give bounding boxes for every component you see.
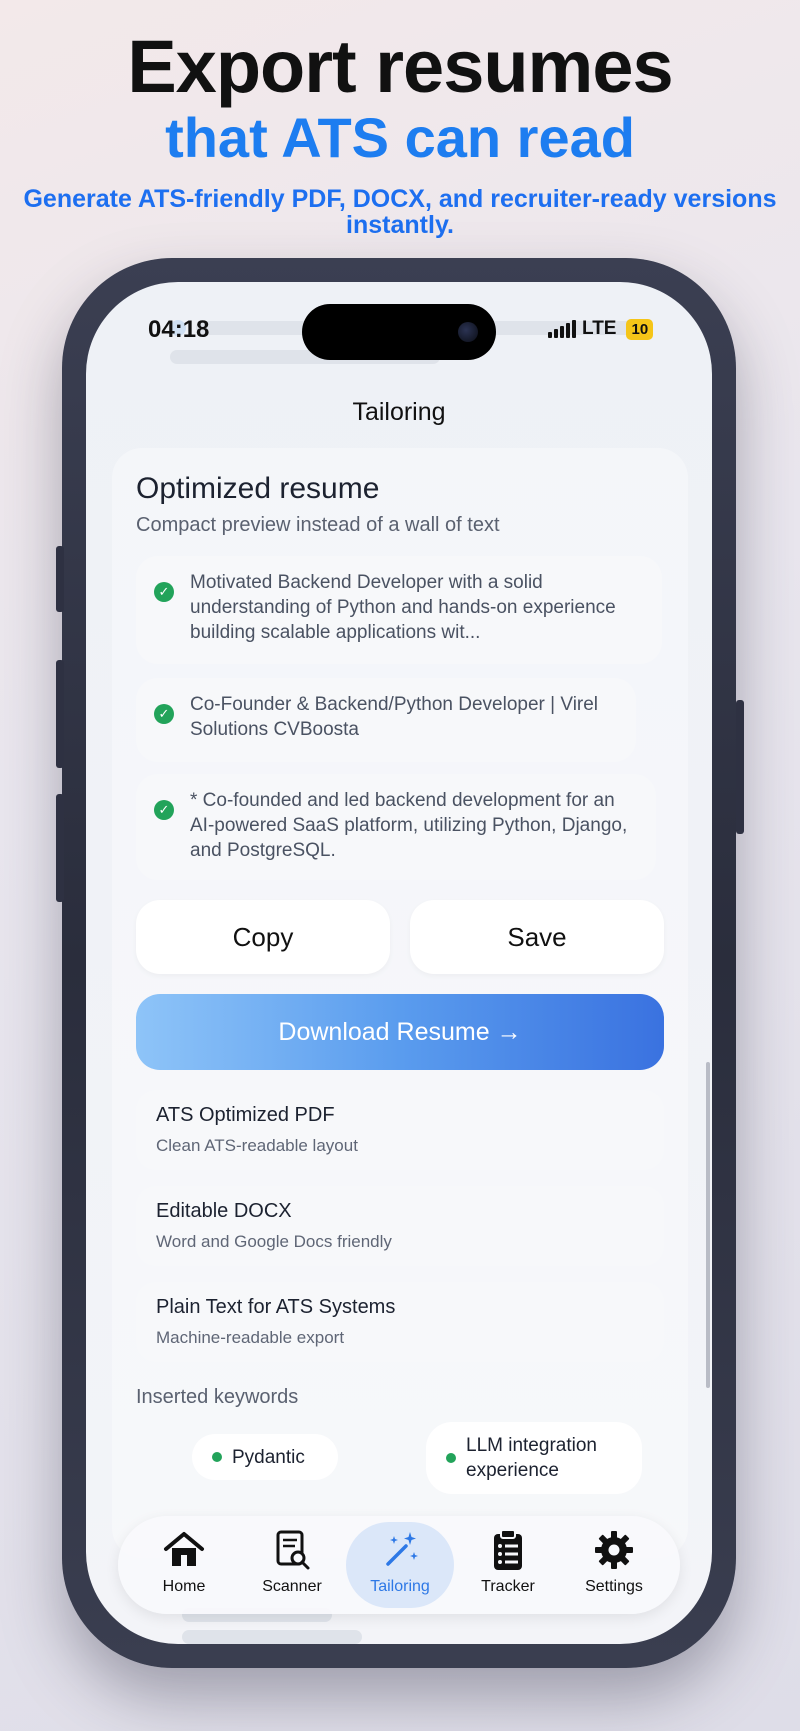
copy-button[interactable]: Copy <box>136 900 390 974</box>
format-option-docx[interactable]: Editable DOCX Word and Google Docs frien… <box>136 1186 664 1266</box>
tab-tailoring[interactable]: Tailoring <box>346 1522 454 1608</box>
hero-title: Export resumes <box>127 25 673 108</box>
status-time: 04:18 <box>148 316 210 343</box>
format-subtitle: Clean ATS-readable layout <box>156 1136 358 1155</box>
format-title: ATS Optimized PDF <box>156 1104 335 1126</box>
format-title: Plain Text for ATS Systems <box>156 1296 396 1318</box>
volume-up-button <box>56 660 64 768</box>
tab-label: Tracker <box>481 1578 535 1595</box>
tab-label: Tailoring <box>370 1578 430 1595</box>
magic-wand-icon <box>386 1532 418 1566</box>
page-title: Tailoring <box>352 398 446 426</box>
resume-bullet[interactable]: ✓ * Co-founded and led backend developme… <box>136 774 656 880</box>
keyword-chip: LLM integration experience <box>426 1422 642 1494</box>
keywords-label: Inserted keywords <box>136 1386 299 1408</box>
format-option-pdf[interactable]: ATS Optimized PDF Clean ATS-readable lay… <box>136 1090 664 1170</box>
hero-subtitle: that ATS can read <box>165 106 635 169</box>
check-icon: ✓ <box>154 582 174 602</box>
keyword-chip: Pydantic <box>192 1434 338 1480</box>
format-title: Editable DOCX <box>156 1200 292 1222</box>
check-icon: ✓ <box>154 800 174 820</box>
card-title: Optimized resume <box>136 472 380 505</box>
tab-tracker[interactable]: Tracker <box>454 1522 562 1608</box>
format-option-plain-text[interactable]: Plain Text for ATS Systems Machine-reada… <box>136 1282 664 1362</box>
scrollbar[interactable] <box>706 1062 710 1388</box>
keyword-label: Pydantic <box>232 1447 305 1468</box>
format-subtitle: Machine-readable export <box>156 1328 345 1347</box>
status-indicators: LTE 10 <box>548 318 654 340</box>
resume-bullet[interactable]: ✓ Co-Founder & Backend/Python Developer … <box>136 678 636 762</box>
tab-settings[interactable]: Settings <box>560 1522 668 1608</box>
card-subtitle: Compact preview instead of a wall of tex… <box>136 514 500 536</box>
format-subtitle: Word and Google Docs friendly <box>156 1232 392 1251</box>
front-camera <box>458 322 478 342</box>
download-resume-button[interactable]: Download Resume → <box>136 994 664 1070</box>
keyword-dot <box>446 1453 456 1463</box>
tab-scanner[interactable]: Scanner <box>238 1522 346 1608</box>
keyword-label: LLM integration experience <box>466 1435 597 1481</box>
tab-label: Home <box>162 1578 206 1595</box>
check-icon: ✓ <box>154 704 174 724</box>
document-scan-icon <box>276 1530 310 1570</box>
power-button <box>736 700 744 834</box>
signal-icon <box>548 320 576 338</box>
action-button <box>56 546 64 612</box>
keyword-dot <box>212 1452 222 1462</box>
tab-label: Settings <box>585 1578 643 1595</box>
bullet-text: * Co-founded and led backend development… <box>190 790 628 861</box>
battery-icon: 10 <box>626 318 654 340</box>
tab-home[interactable]: Home <box>130 1522 238 1608</box>
bullet-text: Co-Founder & Backend/Python Developer | … <box>190 694 599 740</box>
home-icon <box>164 1532 204 1566</box>
gear-icon <box>595 1531 633 1569</box>
bullet-text: Motivated Backend Developer with a solid… <box>190 572 616 643</box>
network-label: LTE <box>582 318 617 339</box>
resume-bullet[interactable]: ✓ Motivated Backend Developer with a sol… <box>136 556 662 664</box>
hero-description: Generate ATS-friendly PDF, DOCX, and rec… <box>23 185 777 240</box>
save-button[interactable]: Save <box>410 900 664 974</box>
clipboard-icon <box>494 1529 522 1570</box>
volume-down-button <box>56 794 64 902</box>
tab-label: Scanner <box>262 1578 322 1595</box>
